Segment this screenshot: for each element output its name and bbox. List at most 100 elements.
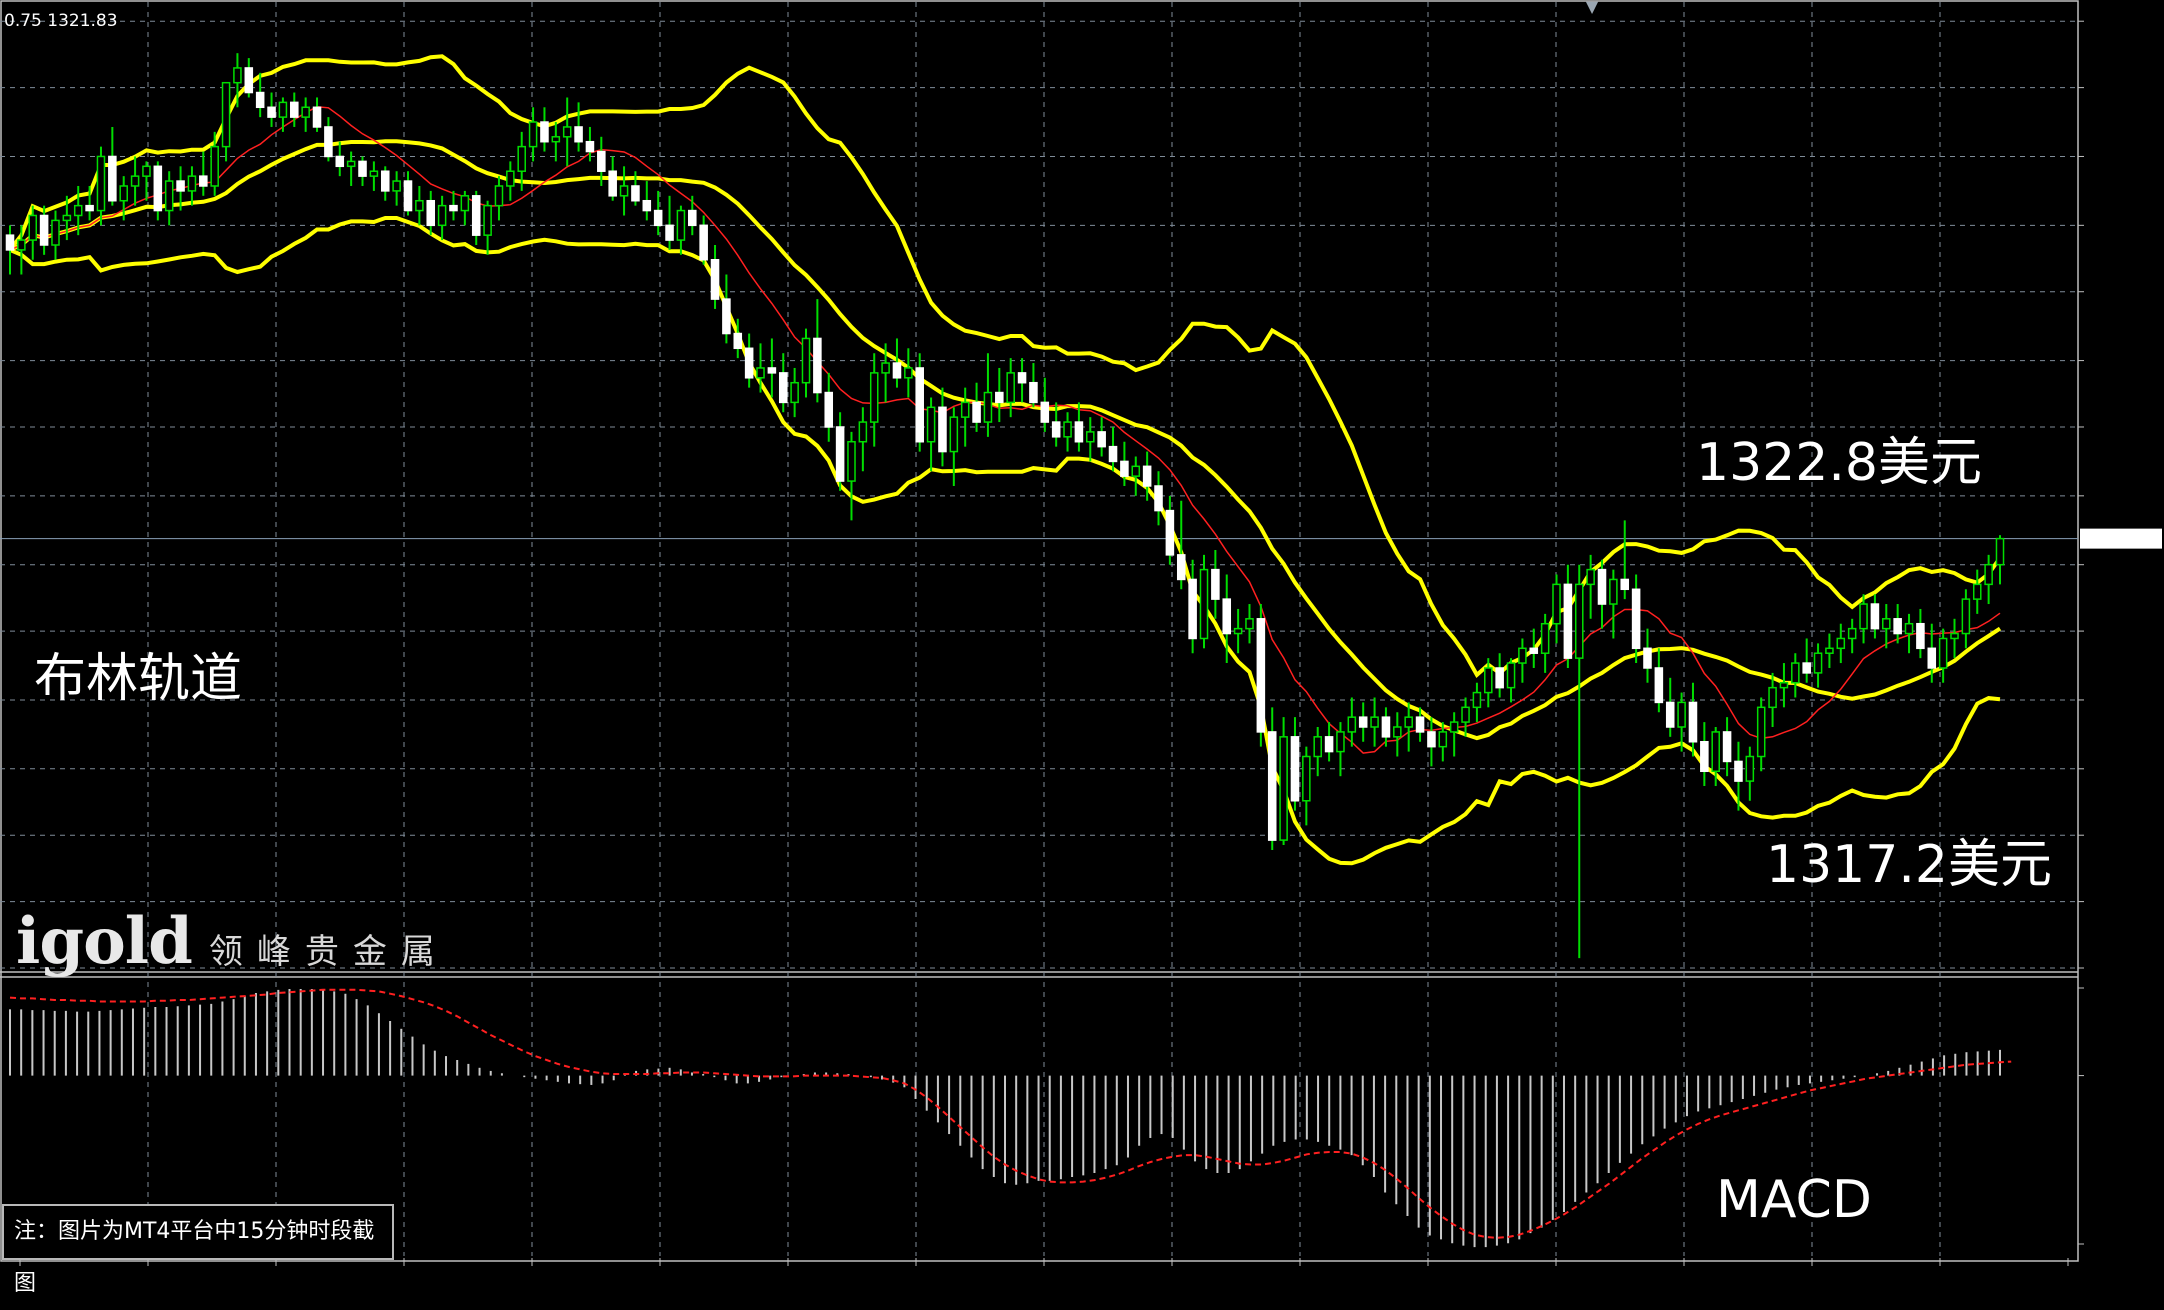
candle-body (1847, 627, 1857, 640)
candle-body (346, 160, 356, 168)
candle-body (426, 199, 436, 227)
candle (1199, 554, 1209, 649)
candle-body (1791, 662, 1800, 684)
candle-body (1188, 578, 1197, 640)
candle-body (540, 121, 549, 143)
candle-body (244, 67, 254, 94)
candle-body (1984, 563, 1993, 586)
candle-body (1381, 716, 1391, 738)
candle-body (1051, 421, 1061, 438)
current-price-box (2080, 528, 2162, 549)
candle-body (972, 401, 981, 423)
upper-price-annotation: 1322.8美元 (1696, 433, 1982, 493)
candle-body (1836, 637, 1846, 650)
candle-body (1074, 421, 1084, 443)
candle-body (290, 101, 299, 118)
candle-body (1461, 706, 1470, 723)
candle-body (1643, 647, 1652, 669)
candle-body (380, 170, 390, 192)
candle-body (506, 170, 515, 187)
candle-body (494, 185, 504, 207)
candle-body (1574, 583, 1584, 659)
candle-body (778, 372, 788, 404)
candle-body (1654, 667, 1664, 704)
candle-body (1097, 431, 1106, 448)
candle-body (483, 204, 492, 236)
candle-body (449, 204, 458, 212)
candle-body (1745, 755, 1755, 782)
candle-body (17, 239, 26, 251)
candle-body (960, 401, 970, 418)
candle-body (1609, 578, 1618, 605)
candle-body (631, 185, 640, 202)
candle-body (130, 175, 140, 187)
candle-body (1336, 731, 1345, 753)
candle-body (1677, 701, 1686, 728)
candle-body (301, 106, 310, 118)
candle-body (688, 209, 697, 227)
candle-body (1484, 667, 1493, 694)
candle-body (926, 406, 936, 443)
candle-body (949, 416, 959, 453)
candle-body (1370, 716, 1379, 728)
candle-body (597, 150, 606, 172)
bollinger-label: 布林轨道 (34, 649, 243, 709)
candle-body (1734, 760, 1743, 782)
candle-body (1529, 647, 1539, 654)
candle-body (1802, 662, 1811, 674)
lower-price-annotation: 1317.2美元 (1766, 835, 2052, 895)
candle-body (1290, 736, 1300, 802)
candle-body (39, 214, 49, 246)
candle-body (517, 145, 526, 172)
candle-body (324, 126, 333, 158)
candle-body (1438, 731, 1448, 748)
candle-body (199, 175, 208, 187)
candle-body (665, 224, 674, 241)
candle-body (1586, 568, 1595, 586)
candle-body (153, 165, 163, 212)
candle-body (801, 337, 811, 384)
candle-body (1972, 583, 1982, 600)
logo-wordmark: igold (16, 904, 193, 979)
candle-body (1222, 598, 1232, 635)
candle-body (1029, 381, 1038, 404)
candle-body (471, 195, 481, 236)
candle-body (267, 106, 276, 118)
candle-body (1324, 736, 1334, 753)
candle-body (1756, 706, 1766, 758)
candle-body (824, 391, 834, 428)
candle-body (1700, 741, 1709, 773)
candle-body (164, 180, 174, 212)
mt4-chart: 0.75 1321.83 ▼ (0, 0, 2164, 1302)
candle-body (5, 234, 15, 251)
candle-body (1552, 583, 1561, 625)
candle-body (96, 155, 106, 212)
candle-body (358, 160, 367, 177)
candle-body (1142, 465, 1152, 487)
candle-body (233, 67, 242, 84)
candle-body (85, 204, 94, 212)
candle-body (1518, 647, 1527, 664)
candle-body (1904, 622, 1914, 635)
candle-body (1631, 588, 1641, 650)
chart-collapse-marker[interactable]: ▼ (1586, 0, 1599, 16)
candle-body (1211, 568, 1220, 600)
candle-body (28, 214, 38, 241)
candle-body (176, 180, 185, 192)
candle-body (790, 381, 799, 404)
candle-body (1563, 583, 1573, 659)
candle-body (1108, 445, 1118, 463)
candle-body (551, 136, 561, 143)
candle-body (1120, 460, 1129, 477)
candle-body (1927, 647, 1937, 669)
candle-body (73, 204, 83, 217)
candle-body (1882, 618, 1891, 630)
candle-body (756, 367, 765, 379)
candle-body (187, 175, 197, 192)
candle-body (1779, 681, 1789, 689)
candle-body (221, 81, 231, 148)
candle-body (699, 224, 708, 261)
candle-body (1131, 465, 1141, 477)
candle-body (915, 367, 924, 443)
candle-body (1711, 731, 1720, 773)
